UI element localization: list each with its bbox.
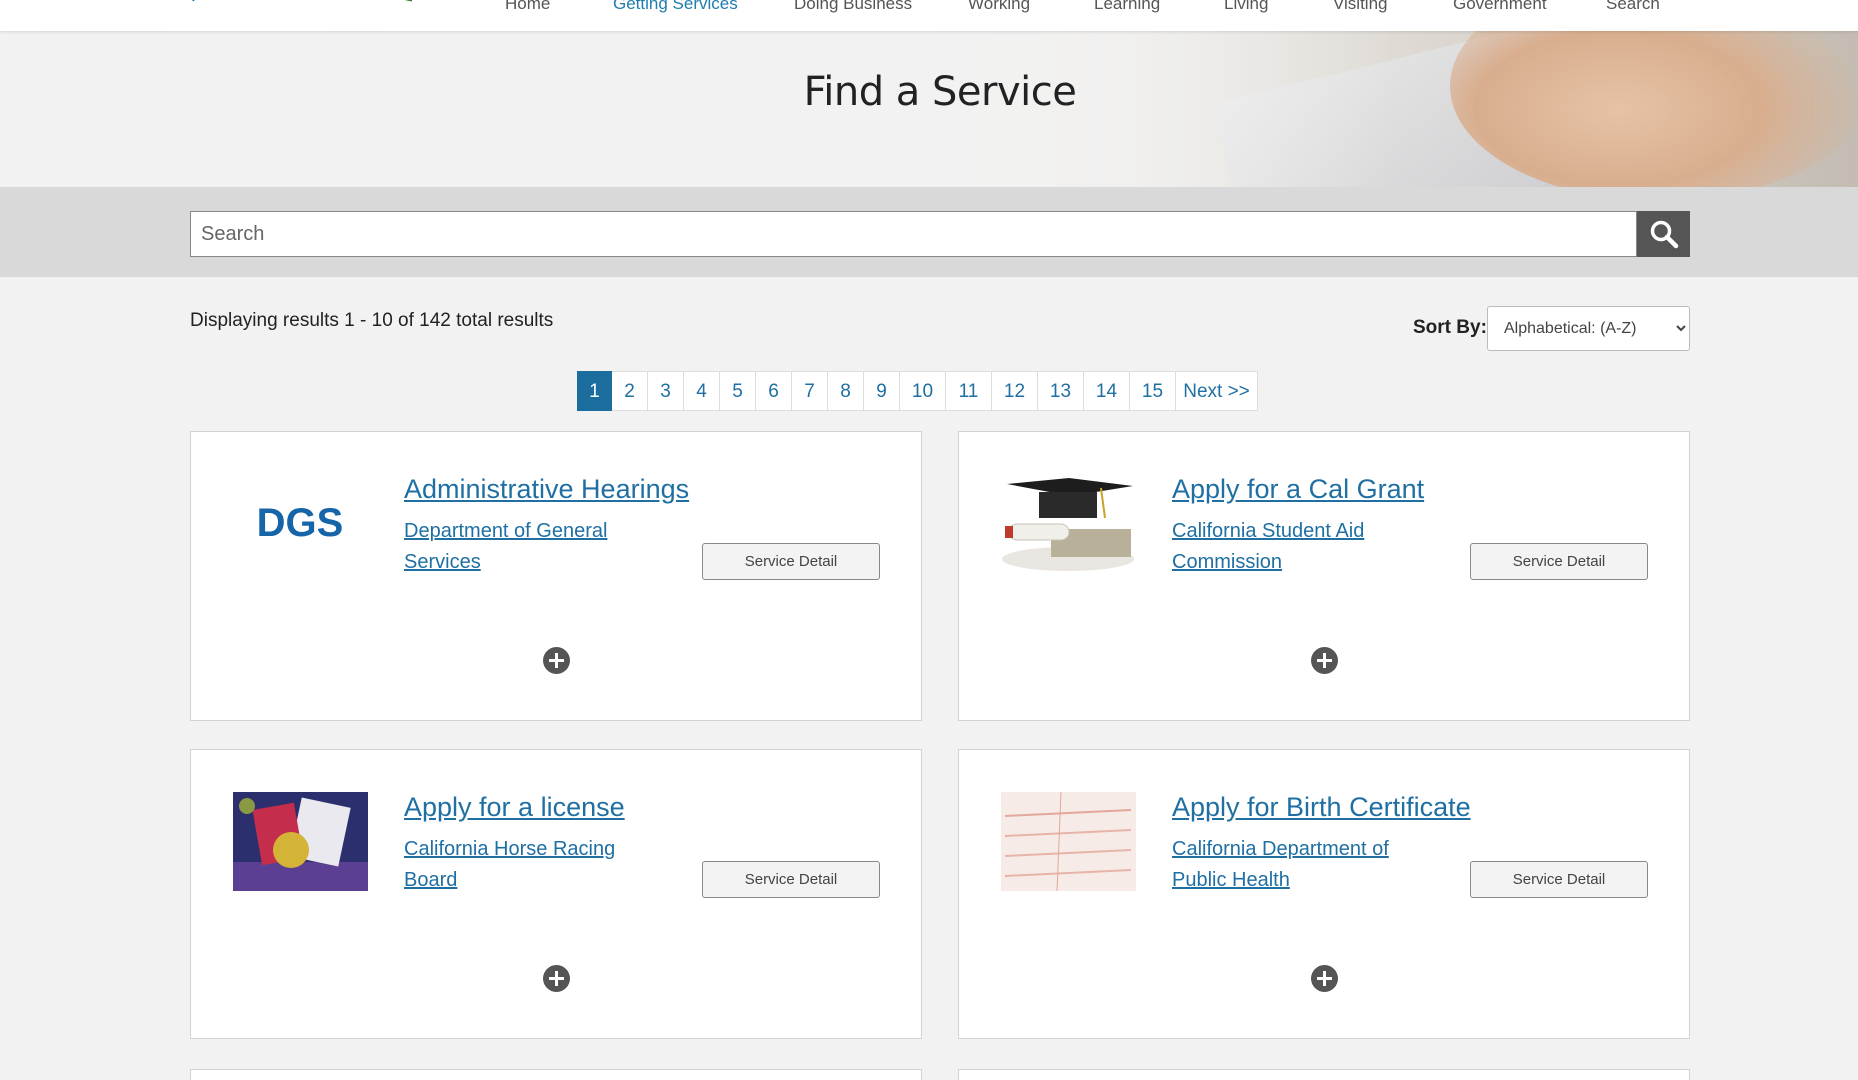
sort-label: Sort By: bbox=[1413, 317, 1487, 338]
nav-item-living[interactable]: Living bbox=[1224, 0, 1268, 14]
service-thumbnail bbox=[1001, 792, 1136, 891]
results-summary: Displaying results 1 - 10 of 142 total r… bbox=[190, 310, 554, 331]
service-thumbnail bbox=[1001, 474, 1136, 573]
page-link[interactable]: 14 bbox=[1084, 371, 1130, 411]
agency-link[interactable]: California Department of Public Health bbox=[1172, 834, 1402, 896]
page-link[interactable]: 3 bbox=[648, 371, 684, 411]
service-detail-button[interactable]: Service Detail bbox=[702, 861, 880, 898]
service-thumbnail bbox=[233, 792, 368, 891]
search-input[interactable] bbox=[190, 211, 1637, 257]
page-link[interactable]: 7 bbox=[792, 371, 828, 411]
service-card bbox=[190, 1069, 922, 1080]
service-thumbnail: DGS bbox=[233, 474, 368, 573]
license-image-icon bbox=[233, 792, 368, 891]
page-link[interactable]: 8 bbox=[828, 371, 864, 411]
page-link[interactable]: 11 bbox=[946, 371, 992, 411]
agency-link[interactable]: Department of General Services bbox=[404, 516, 634, 578]
nav-item-search[interactable]: Search bbox=[1606, 0, 1660, 14]
top-navigation: Home Getting Services Doing Business Wor… bbox=[0, 0, 1858, 31]
service-card bbox=[958, 1069, 1690, 1080]
service-card: DGS Administrative Hearings Department o… bbox=[190, 431, 922, 721]
service-title-link[interactable]: Administrative Hearings bbox=[404, 474, 689, 505]
expand-plus-icon[interactable] bbox=[543, 965, 570, 992]
nav-item-learning[interactable]: Learning bbox=[1094, 0, 1160, 14]
service-title-link[interactable]: Apply for Birth Certificate bbox=[1172, 792, 1471, 823]
service-title-link[interactable]: Apply for a license bbox=[404, 792, 625, 823]
pagination: 1 2 3 4 5 6 7 8 9 10 11 12 13 14 15 Next… bbox=[577, 371, 1258, 411]
nav-item-working[interactable]: Working bbox=[968, 0, 1030, 14]
service-card: Apply for a Cal Grant California Student… bbox=[958, 431, 1690, 721]
service-detail-button[interactable]: Service Detail bbox=[1470, 861, 1648, 898]
page-link[interactable]: 5 bbox=[720, 371, 756, 411]
service-title-link[interactable]: Apply for a Cal Grant bbox=[1172, 474, 1424, 505]
birth-certificate-icon bbox=[1001, 792, 1136, 891]
page-link[interactable]: 15 bbox=[1130, 371, 1176, 411]
search-icon bbox=[1650, 220, 1678, 249]
graduation-cap-icon bbox=[1001, 474, 1136, 573]
agency-link[interactable]: California Horse Racing Board bbox=[404, 834, 634, 896]
page-link[interactable]: 12 bbox=[992, 371, 1038, 411]
nav-item-getting-services[interactable]: Getting Services bbox=[613, 0, 738, 14]
service-card: Apply for Birth Certificate California D… bbox=[958, 749, 1690, 1039]
page-link[interactable]: 2 bbox=[612, 371, 648, 411]
nav-item-home[interactable]: Home bbox=[505, 0, 550, 14]
dgs-logo-text: DGS bbox=[257, 501, 344, 545]
hero-banner: Find a Service bbox=[0, 31, 1858, 187]
main-menu: Home Getting Services Doing Business Wor… bbox=[0, 0, 1858, 31]
service-detail-button[interactable]: Service Detail bbox=[702, 543, 880, 580]
page-link[interactable]: 9 bbox=[864, 371, 900, 411]
service-detail-button[interactable]: Service Detail bbox=[1470, 543, 1648, 580]
nav-item-doing-business[interactable]: Doing Business bbox=[794, 0, 912, 14]
search-bar bbox=[0, 187, 1858, 277]
dgs-logo-icon: DGS bbox=[257, 501, 344, 545]
sort-select[interactable]: Alphabetical: (A-Z) bbox=[1487, 306, 1690, 351]
expand-plus-icon[interactable] bbox=[1311, 965, 1338, 992]
page-link[interactable]: 6 bbox=[756, 371, 792, 411]
nav-item-government[interactable]: Government bbox=[1453, 0, 1547, 14]
page-link[interactable]: 10 bbox=[900, 371, 946, 411]
search-button[interactable] bbox=[1637, 211, 1690, 257]
page-title: Find a Service bbox=[803, 69, 1077, 115]
page-link[interactable]: 4 bbox=[684, 371, 720, 411]
nav-item-visiting[interactable]: Visiting bbox=[1333, 0, 1388, 14]
page-link[interactable]: 1 bbox=[577, 371, 612, 411]
next-page-link[interactable]: Next >> bbox=[1176, 371, 1258, 411]
service-card: Apply for a license California Horse Rac… bbox=[190, 749, 922, 1039]
page-link[interactable]: 13 bbox=[1038, 371, 1084, 411]
expand-plus-icon[interactable] bbox=[543, 647, 570, 674]
agency-link[interactable]: California Student Aid Commission bbox=[1172, 516, 1402, 578]
expand-plus-icon[interactable] bbox=[1311, 647, 1338, 674]
